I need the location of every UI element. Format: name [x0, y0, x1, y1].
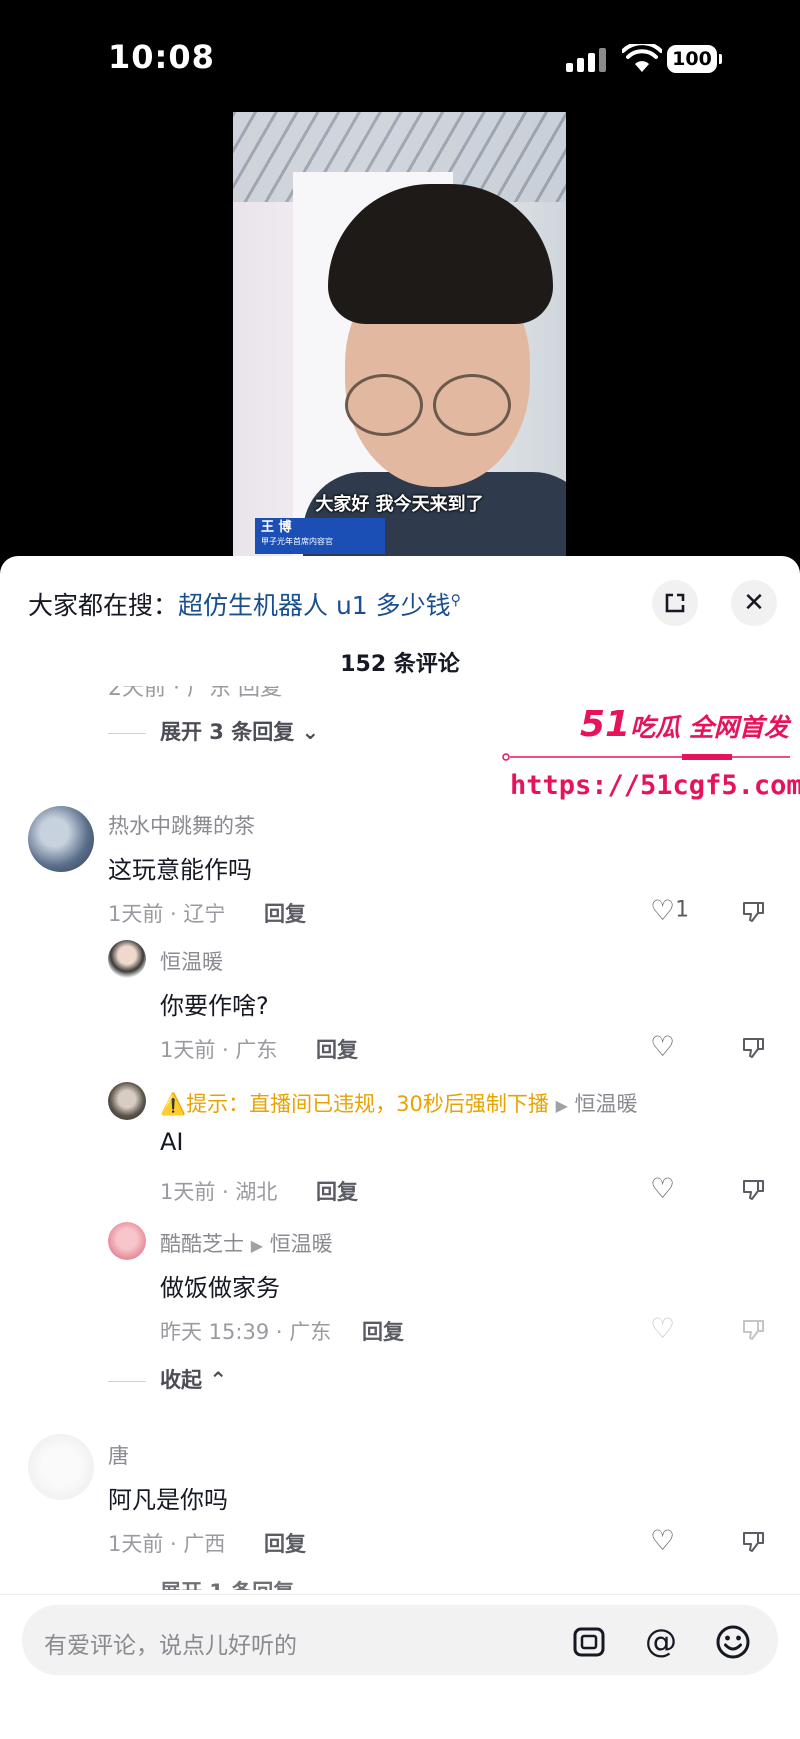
collapse-replies-label: 收起 [160, 1368, 202, 1392]
reply-arrow-icon: ▶ [250, 1236, 263, 1255]
like-button[interactable]: ♡ [650, 1524, 675, 1557]
expand-replies-label: 展开 3 条回复 [160, 720, 295, 744]
video-player[interactable]: 大家好 我今天来到了 王 博 甲子光年首席内容官 [233, 112, 566, 556]
reply-meta: 1天前 · 广东 [160, 1038, 278, 1062]
comment-text[interactable]: 阿凡是你吗 [108, 1480, 228, 1515]
heart-icon: ♡ [650, 1312, 676, 1345]
mention-icon[interactable]: @ [642, 1623, 680, 1661]
expand-replies-button[interactable]: 展开 3 条回复 ⌄ [108, 716, 319, 746]
chevron-up-icon: ⌃ [209, 1368, 227, 1392]
reply-button[interactable]: 回复 [316, 1176, 358, 1206]
avatar[interactable] [28, 806, 94, 872]
avatar[interactable] [28, 1434, 94, 1500]
comment-meta: 1天前 · 广西 [108, 1532, 226, 1556]
reply-button[interactable]: 回复 [316, 1034, 358, 1064]
collapse-replies-button[interactable]: 收起 ⌃ [108, 1364, 227, 1394]
watermark-url: https://51cgf5.com [510, 770, 800, 801]
watermark-title-text: 吃瓜 全网首发 [630, 713, 789, 742]
reply-button[interactable]: 回复 [264, 898, 306, 928]
heart-icon: ♡ [650, 1172, 676, 1205]
comment-input-bar: 有爱评论，说点儿好听的 @ [0, 1594, 800, 1739]
comment-text[interactable]: 这玩意能作吗 [108, 850, 252, 885]
dislike-icon[interactable] [740, 1317, 766, 1343]
comment-nickname[interactable]: 唐 [108, 1440, 129, 1470]
reply-text[interactable]: 你要作啥? [160, 986, 269, 1021]
reply-text[interactable]: AI [160, 1128, 184, 1156]
search-icon: ⚲ [450, 592, 461, 609]
dislike-icon[interactable] [740, 1035, 766, 1061]
expand-icon [665, 593, 685, 613]
watermark-number: 51 [580, 704, 631, 745]
comment-input[interactable]: 有爱评论，说点儿好听的 @ [22, 1605, 778, 1675]
close-icon: ✕ [743, 588, 765, 618]
comment-count: 152 条评论 [340, 652, 460, 677]
reply-button[interactable]: 回复 [264, 1528, 306, 1558]
close-button[interactable]: ✕ [731, 580, 777, 626]
chevron-down-icon: ⌄ [301, 720, 320, 744]
reply-meta: 昨天 15:39 · 广东 [160, 1320, 332, 1344]
reply-to-name[interactable]: 恒温暖 [575, 1092, 638, 1116]
watermark-title: 51吃瓜 全网首发 [580, 704, 789, 745]
like-count: 1 [675, 897, 690, 923]
comment-meta: 1天前 · 辽宁 [108, 902, 226, 926]
expand-sheet-button[interactable] [652, 580, 698, 626]
video-subtitle: 大家好 我今天来到了 [315, 494, 484, 515]
dislike-icon[interactable] [740, 899, 766, 925]
like-button[interactable]: ♡ [650, 1172, 675, 1205]
heart-icon: ♡ [650, 894, 676, 927]
reply-nickname[interactable]: 酷酷芝士 ▶ 恒温暖 [160, 1228, 333, 1258]
cellular-signal-icon [566, 48, 608, 72]
avatar[interactable] [108, 940, 146, 978]
previous-comment-meta: 2天前 · 广东 回复 [108, 686, 768, 698]
like-button[interactable]: ♡ [650, 1030, 675, 1063]
comment-nickname[interactable]: 热水中跳舞的茶 [108, 810, 255, 840]
dislike-icon[interactable] [740, 1177, 766, 1203]
like-button[interactable]: ♡ [650, 1312, 675, 1345]
expand-replies-button[interactable]: 展开 1 条回复 [108, 1576, 294, 1590]
reply-text[interactable]: 做饭做家务 [160, 1268, 280, 1303]
status-bar: 10:08 100 [0, 0, 800, 110]
like-button[interactable]: ♡1 [650, 894, 689, 927]
reply-nickname[interactable]: 恒温暖 [160, 946, 223, 976]
reply-meta: 1天前 · 湖北 [160, 1180, 278, 1204]
trending-search-query[interactable]: 超仿生机器人 u1 多少钱 [178, 591, 451, 620]
speaker-name: 王 博 [261, 520, 292, 535]
reply-nickname-text: ⚠️提示：直播间已违规，30秒后强制下播 [160, 1092, 549, 1116]
avatar[interactable] [108, 1222, 146, 1260]
watermark-decoration [502, 753, 790, 761]
status-time: 10:08 [108, 38, 215, 76]
reply-nickname[interactable]: ⚠️提示：直播间已违规，30秒后强制下播 ▶ 恒温暖 [160, 1088, 638, 1118]
dislike-icon[interactable] [740, 1529, 766, 1555]
wifi-icon [622, 44, 662, 72]
avatar[interactable] [108, 1082, 146, 1120]
image-picker-icon[interactable] [570, 1623, 608, 1661]
video-name-card: 王 博 甲子光年首席内容官 [255, 518, 385, 554]
trending-search[interactable]: 大家都在搜：超仿生机器人 u1 多少钱⚲ [28, 586, 461, 622]
speaker-title: 甲子光年首席内容官 [261, 537, 333, 546]
reply-to-name[interactable]: 恒温暖 [270, 1232, 333, 1256]
reply-button[interactable]: 回复 [362, 1316, 404, 1346]
emoji-icon[interactable] [714, 1623, 752, 1661]
reply-nickname-text: 酷酷芝士 [160, 1232, 244, 1256]
expand-replies-label: 展开 1 条回复 [160, 1580, 294, 1590]
svg-text:@: @ [645, 1623, 677, 1660]
battery-indicator: 100 [667, 45, 722, 73]
trending-search-prefix: 大家都在搜： [28, 591, 179, 620]
reply-arrow-icon: ▶ [555, 1096, 568, 1115]
comment-input-placeholder: 有爱评论，说点儿好听的 [44, 1633, 297, 1659]
heart-icon: ♡ [650, 1524, 676, 1557]
heart-icon: ♡ [650, 1030, 676, 1063]
